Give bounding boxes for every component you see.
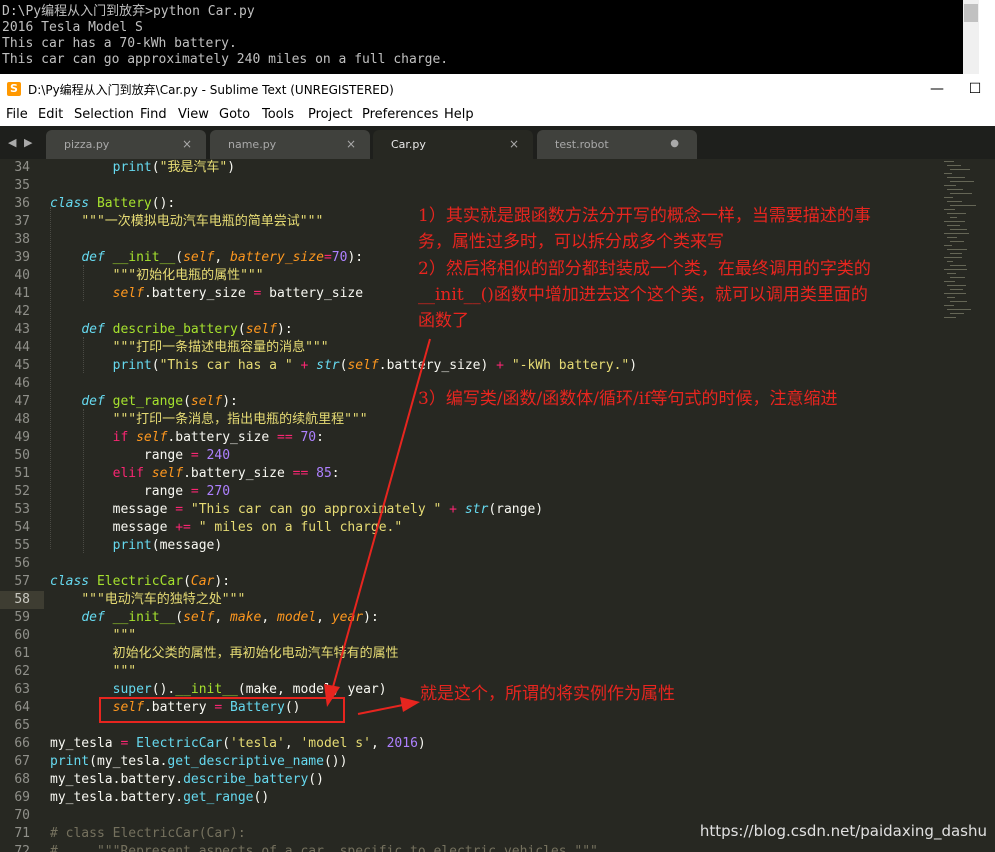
tab-right-arrow-icon[interactable]: ▶	[24, 136, 32, 149]
console-line: 2016 Tesla Model S	[2, 20, 143, 35]
tab-test-robot[interactable]: test.robot ●	[537, 130, 697, 159]
menu-bar: File Edit Selection Find View Goto Tools…	[0, 104, 995, 126]
tab-left-arrow-icon[interactable]: ◀	[8, 136, 16, 149]
highlight-box	[99, 697, 345, 723]
menu-file[interactable]: File	[6, 107, 28, 122]
menu-view[interactable]: View	[178, 107, 209, 122]
tab-close-icon[interactable]: ×	[509, 137, 519, 151]
tab-label: test.robot	[555, 138, 609, 151]
title-bar: S D:\Py编程从入门到放弃\Car.py - Sublime Text (U…	[0, 74, 995, 104]
menu-preferences[interactable]: Preferences	[362, 107, 438, 122]
console-scrollbar[interactable]	[963, 0, 979, 74]
menu-find[interactable]: Find	[140, 107, 167, 122]
console-edge	[979, 0, 995, 74]
tab-bar: ◀ ▶ pizza.py × name.py × Car.py × test.r…	[0, 126, 995, 159]
menu-project[interactable]: Project	[308, 107, 352, 122]
tab-label: name.py	[228, 138, 277, 151]
menu-selection[interactable]: Selection	[74, 107, 134, 122]
tab-close-icon[interactable]: ×	[182, 137, 192, 151]
menu-goto[interactable]: Goto	[219, 107, 250, 122]
tab-close-icon[interactable]: ×	[346, 137, 356, 151]
menu-help[interactable]: Help	[444, 107, 474, 122]
app-icon-letter: S	[10, 82, 18, 95]
console-line: This car can go approximately 240 miles …	[2, 52, 449, 67]
arrow-line	[332, 338, 431, 688]
watermark: https://blog.csdn.net/paidaxing_dashu	[699, 822, 987, 840]
tab-name-py[interactable]: name.py ×	[210, 130, 370, 159]
console-line: This car has a 70-kWh battery.	[2, 36, 237, 51]
code-editor[interactable]: 34 35 36 37 38 39 40 41 42 43 44 45 46 47 48 49 50 51 52 53…	[0, 159, 995, 852]
console-line: D:\Py编程从入门到放弃>python Car.py	[2, 4, 255, 19]
window-title: D:\Py编程从入门到放弃\Car.py - Sublime Text (UNR…	[28, 83, 394, 97]
scrollbar-thumb[interactable]	[964, 4, 978, 22]
tab-pizza-py[interactable]: pizza.py ×	[46, 130, 206, 159]
maximize-button[interactable]: ☐	[955, 78, 995, 100]
menu-edit[interactable]: Edit	[38, 107, 63, 122]
tab-car-py[interactable]: Car.py ×	[373, 130, 533, 159]
tab-label: Car.py	[391, 138, 426, 151]
console-window: D:\Py编程从入门到放弃>python Car.py 2016 Tesla M…	[0, 0, 995, 74]
menu-tools[interactable]: Tools	[262, 107, 294, 122]
minimize-button[interactable]: —	[917, 78, 957, 100]
tab-label: pizza.py	[64, 138, 110, 151]
unsaved-dot-icon[interactable]: ●	[670, 138, 679, 149]
arrow-line	[357, 704, 404, 715]
sublime-logo-icon: S	[7, 82, 21, 96]
arrow-head	[324, 684, 340, 707]
annotation-overlay	[99, 338, 431, 723]
arrow-head	[400, 697, 420, 712]
